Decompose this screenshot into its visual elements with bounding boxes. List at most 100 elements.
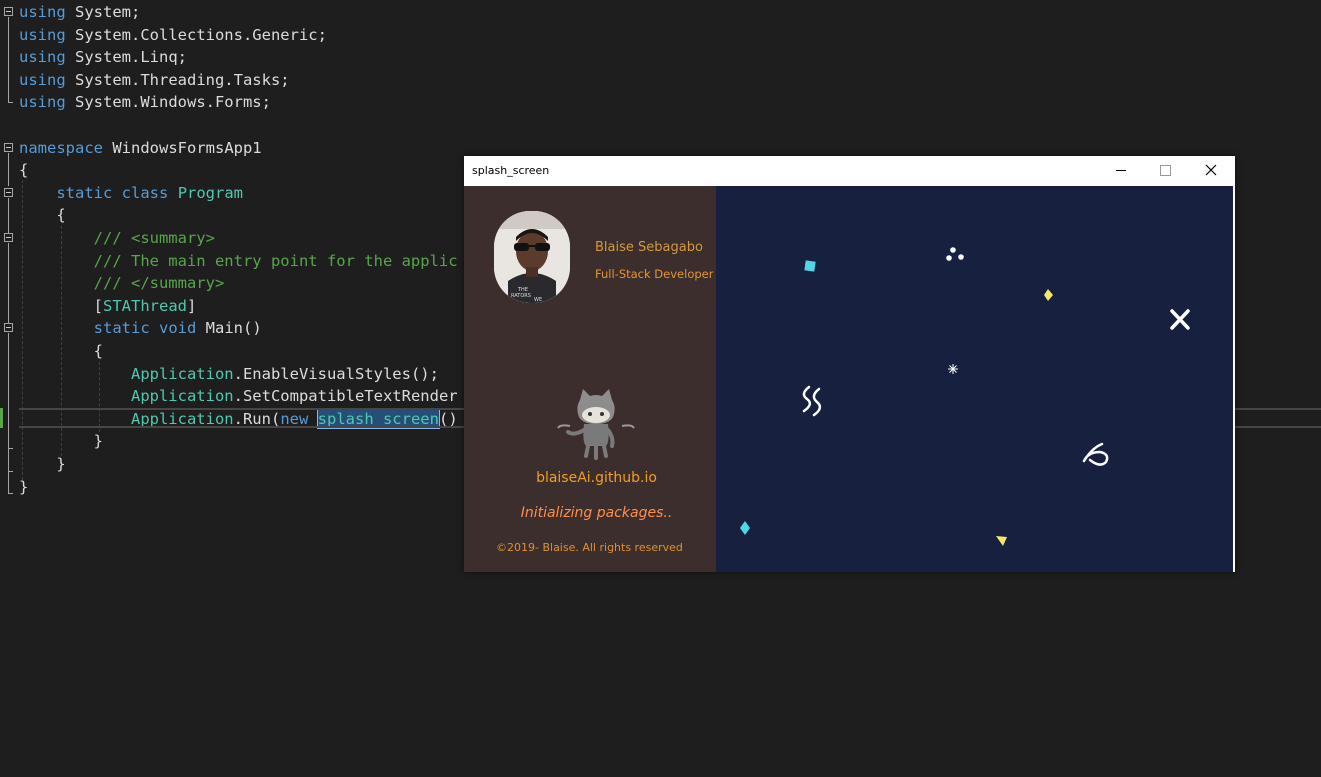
confetti-diamond-icon [1044, 289, 1053, 301]
code-line-text: } [19, 476, 28, 498]
outline-line [8, 448, 13, 449]
code-line[interactable]: using System.Collections.Generic; [0, 24, 1321, 46]
confetti-curl-icon [1082, 442, 1109, 466]
code-token: STAThread [103, 296, 187, 315]
confetti-square-icon [804, 260, 816, 272]
title-bar[interactable]: splash_screen [464, 156, 1235, 186]
code-token: System; [65, 3, 141, 21]
code-line[interactable]: using System.Threading.Tasks; [0, 69, 1321, 91]
fold-toggle-icon[interactable] [4, 233, 13, 242]
outline-line [8, 17, 9, 102]
code-line-text: /// </summary> [19, 272, 225, 294]
profile-panel: THE RATORS WE Blaise Sebagabo Full-Stack… [464, 186, 716, 572]
confetti-squiggle-icon [802, 385, 812, 413]
outline-line [8, 102, 13, 103]
code-line-text: using System.Threading.Tasks; [19, 69, 290, 91]
outline-line [8, 153, 9, 186]
code-line-text: using System.Windows.Forms; [19, 91, 271, 113]
outline-line [8, 471, 13, 472]
splash-window[interactable]: splash_screen THE RATORS WE Blaise Sebag… [464, 156, 1235, 572]
fold-toggle-icon[interactable] [4, 7, 13, 16]
confetti-dot-icon [958, 254, 964, 260]
code-token: static [56, 183, 113, 202]
change-marker [0, 408, 3, 428]
code-line-text: namespace WindowsFormsApp1 [19, 137, 262, 159]
code-token: using [19, 3, 66, 21]
code-token: .SetCompatibleTextRender [233, 387, 458, 406]
code-token: class [121, 183, 169, 202]
code-token: /// <summary> [19, 229, 215, 247]
code-token: using [19, 48, 66, 67]
code-token: System.Windows.Forms; [65, 93, 271, 112]
octocat-icon [557, 389, 635, 460]
close-icon [1205, 164, 1217, 176]
outline-line [8, 493, 13, 494]
code-token: using [19, 93, 66, 112]
code-line[interactable]: using System.Linq; [0, 46, 1321, 68]
code-token: /// </summary> [19, 274, 225, 293]
confetti-animation [740, 247, 1190, 546]
minimize-button[interactable] [1098, 156, 1143, 186]
confetti-triangle-icon [996, 536, 1007, 546]
code-token: System.Threading.Tasks; [65, 70, 290, 89]
code-token: static [93, 319, 150, 338]
maximize-button[interactable] [1143, 156, 1188, 186]
fold-toggle-icon[interactable] [4, 143, 13, 152]
code-line[interactable] [0, 114, 1321, 136]
code-line-text: [STAThread] [19, 295, 197, 317]
code-line-text: static void Main() [19, 317, 262, 339]
code-token: Program [177, 183, 244, 202]
code-token: { [19, 161, 29, 180]
code-line-text: Application.SetCompatibleTextRender [19, 385, 458, 407]
code-line-text: /// <summary> [19, 227, 215, 249]
code-line[interactable]: using System; [0, 1, 1321, 23]
code-token: .EnableVisualStyles(); [233, 364, 439, 383]
close-button[interactable] [1189, 156, 1234, 186]
code-line-text: { [19, 159, 28, 181]
code-token: } [19, 477, 29, 496]
animation-panel [716, 186, 1233, 572]
website-link[interactable]: blaiseAi.github.io [464, 470, 729, 486]
code-token: System.Linq; [65, 48, 187, 67]
code-token: Application [130, 364, 234, 383]
code-line-text: using System.Linq; [19, 46, 187, 68]
code-token: using [19, 70, 66, 89]
code-line-text: } [19, 453, 65, 475]
code-line-text: static class Program [19, 182, 243, 204]
code-line[interactable]: using System.Windows.Forms; [0, 91, 1321, 113]
svg-text:RATORS: RATORS [511, 293, 531, 299]
code-token: Application [130, 387, 234, 406]
outline-line [8, 333, 9, 493]
sparkle-icon [948, 364, 958, 374]
avatar: THE RATORS WE [494, 211, 570, 303]
fold-toggle-icon[interactable] [4, 323, 13, 332]
outline-line [8, 198, 9, 233]
profile-name: Blaise Sebagabo [595, 240, 703, 255]
code-token: /// The main entry point for the applic [19, 251, 458, 270]
code-token: Main() [196, 319, 262, 338]
confetti-squiggle-icon [812, 387, 822, 417]
code-token: { [19, 206, 66, 225]
code-line-text: Application.EnableVisualStyles(); [19, 363, 439, 385]
code-token: using [19, 25, 66, 44]
window-title: splash_screen [472, 164, 550, 177]
outline-line [8, 243, 9, 323]
svg-text:WE: WE [534, 297, 542, 303]
loading-status: Initializing packages.. [520, 505, 673, 521]
splash-content: THE RATORS WE Blaise Sebagabo Full-Stack… [464, 186, 1235, 572]
code-token: namespace [19, 138, 103, 157]
confetti-diamond-icon [740, 521, 750, 535]
fold-toggle-icon[interactable] [4, 188, 13, 197]
code-token: void [159, 319, 197, 338]
code-line-text: using System; [19, 1, 140, 23]
code-token: System.Collections.Generic; [65, 25, 327, 44]
code-line-text: using System.Collections.Generic; [19, 24, 327, 46]
code-line-text: /// The main entry point for the applic [19, 250, 458, 272]
confetti-dot-icon [950, 247, 956, 253]
